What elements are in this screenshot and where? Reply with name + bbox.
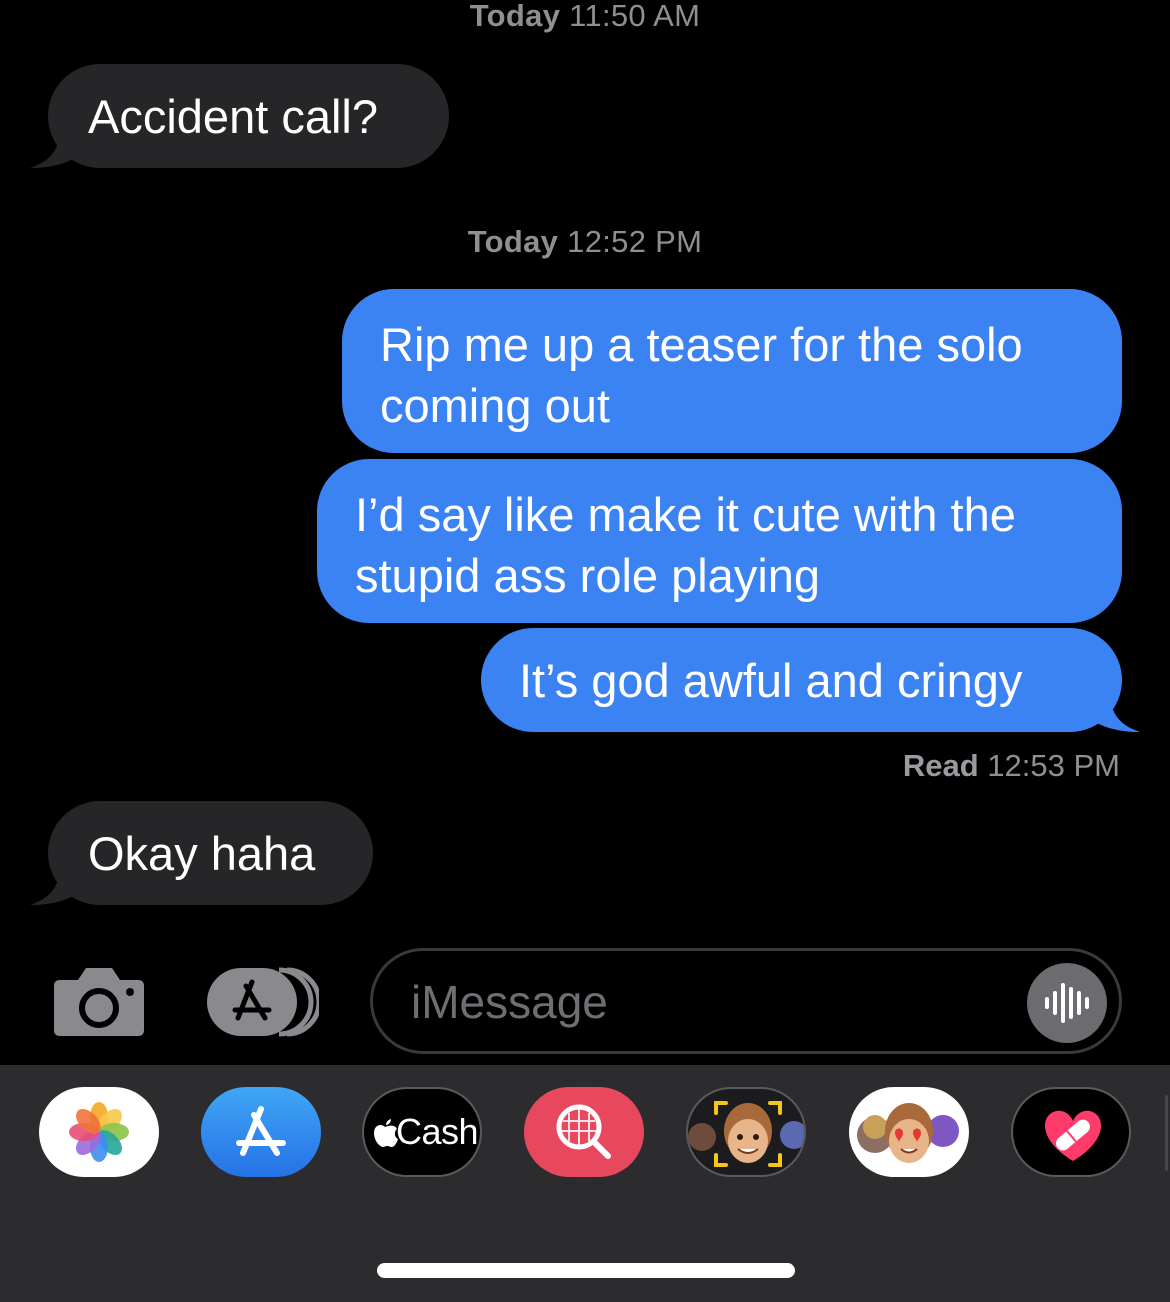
- message-line: coming out: [380, 379, 610, 432]
- camera-icon: [54, 968, 144, 1036]
- apple-cash-app-button[interactable]: Cash: [362, 1087, 482, 1177]
- photos-icon: [69, 1102, 129, 1162]
- read-label: Read: [902, 748, 979, 783]
- app-store-icon: [207, 967, 322, 1037]
- app-store-icon: [236, 1106, 286, 1156]
- received-message-bubble[interactable]: Accident call?: [30, 64, 449, 168]
- bubble-tail-icon: [30, 863, 78, 905]
- apple-cash-label: Cash: [395, 1111, 479, 1152]
- memoji-app-button[interactable]: [686, 1087, 806, 1177]
- heart-icon: [1044, 1110, 1102, 1161]
- read-time: 12:53 PM: [987, 748, 1120, 783]
- read-receipt: Read 12:53 PM: [903, 748, 1120, 784]
- received-message-bubble[interactable]: Okay haha: [30, 801, 373, 905]
- app-store-app-button[interactable]: [201, 1087, 321, 1177]
- app-drawer: Cash: [0, 1065, 1170, 1302]
- waveform-icon: [1045, 983, 1089, 1023]
- drawer-scrollbar[interactable]: [1165, 1095, 1168, 1171]
- timestamp-day: Today: [467, 224, 559, 259]
- memoji-icon: [688, 1101, 804, 1167]
- message-text: Okay haha: [88, 827, 316, 880]
- message-line: Rip me up a teaser for the solo: [380, 318, 1023, 371]
- home-indicator[interactable]: [377, 1263, 795, 1278]
- timestamp-1: Today 11:50 AM: [0, 0, 1170, 34]
- memoji-stickers-icon: [857, 1103, 959, 1163]
- imessage-input[interactable]: iMessage: [370, 948, 1122, 1054]
- audio-message-button[interactable]: [1027, 963, 1107, 1043]
- memoji-stickers-app-button[interactable]: [849, 1087, 969, 1177]
- image-search-app-button[interactable]: [524, 1087, 644, 1177]
- bubble-tail-icon: [30, 126, 78, 168]
- message-text: Accident call?: [88, 90, 378, 143]
- message-line: stupid ass role playing: [355, 549, 821, 602]
- message-text: It’s god awful and cringy: [519, 654, 1023, 707]
- apps-button[interactable]: [207, 966, 322, 1038]
- camera-button[interactable]: [54, 966, 144, 1036]
- sent-message-bubble[interactable]: It’s god awful and cringy: [481, 628, 1140, 732]
- timestamp-time: 11:50 AM: [569, 0, 701, 33]
- digital-touch-app-button[interactable]: [1011, 1087, 1131, 1177]
- bubble-tail-icon: [1092, 690, 1140, 732]
- image-search-icon: [556, 1104, 611, 1159]
- message-line: I’d say like make it cute with the: [355, 488, 1016, 541]
- timestamp-day: Today: [469, 0, 561, 33]
- photos-app-button[interactable]: [39, 1087, 159, 1177]
- imessage-placeholder: iMessage: [411, 976, 608, 1028]
- timestamp-time: 12:52 PM: [567, 224, 703, 259]
- sent-message-bubble[interactable]: I’d say like make it cute with the stupi…: [317, 459, 1122, 623]
- timestamp-2: Today 12:52 PM: [0, 224, 1170, 260]
- sent-message-bubble[interactable]: Rip me up a teaser for the solo coming o…: [342, 289, 1122, 453]
